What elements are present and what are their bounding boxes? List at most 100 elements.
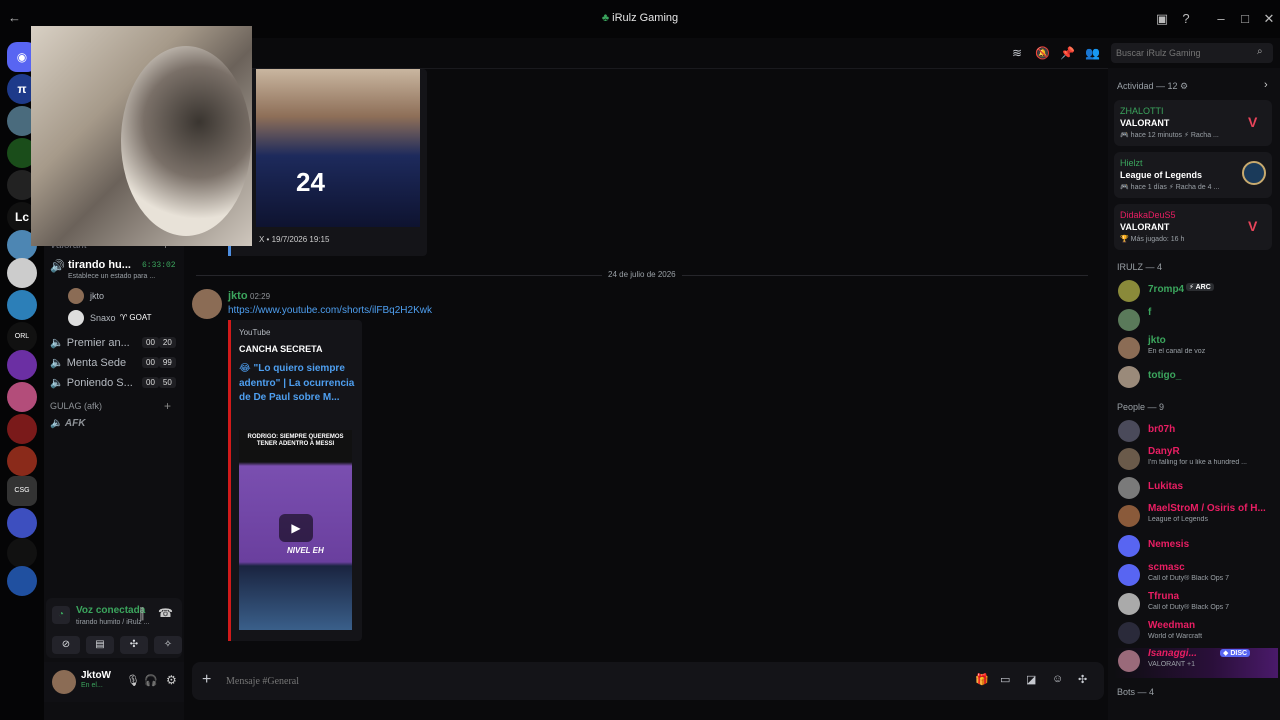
search-box[interactable]: ⌕: [1111, 43, 1273, 63]
message-link[interactable]: https://www.youtube.com/shorts/ilFBq2H2K…: [228, 305, 432, 316]
member-item[interactable]: scmasc Call of Duty® Black Ops 7: [1118, 562, 1278, 590]
avatar: [1118, 366, 1140, 388]
voice-channel-item[interactable]: 🔈 Poniendo S... 00 50: [50, 376, 178, 389]
voice-panel: ◔ Voz conectada tirando humito / iRulz .…: [46, 598, 182, 658]
activity-card[interactable]: ZHALOTTI VALORANT 🎮 hace 12 minutos ⚡ Ra…: [1114, 100, 1272, 146]
server-icon[interactable]: [7, 508, 37, 538]
member-item[interactable]: totigo_: [1118, 364, 1278, 392]
member-item[interactable]: 7romp4 ⚡ ARC: [1118, 278, 1278, 306]
speaker-icon: 🔊: [50, 259, 65, 273]
avatar: [1118, 477, 1140, 499]
activity-header[interactable]: Actividad — 12 ⚙: [1117, 81, 1188, 92]
microphone-icon[interactable]: 🎙: [126, 674, 140, 687]
settings-gear-icon[interactable]: ⚙: [166, 673, 177, 687]
avatar[interactable]: [192, 289, 222, 319]
message-composer: + 🎁 ▭ ◪ ☺ ✣: [192, 662, 1104, 700]
avatar: [1118, 309, 1140, 331]
play-icon[interactable]: ▶: [279, 514, 313, 542]
activities-button[interactable]: ✣: [120, 636, 148, 654]
member-item[interactable]: Weedman World of Warcraft: [1118, 620, 1278, 648]
screen-share-button[interactable]: ▤: [86, 636, 114, 654]
member-item[interactable]: Tfruna Call of Duty® Black Ops 7: [1118, 591, 1278, 619]
embed-title[interactable]: 😂 "Lo quiero siempre adentro" | La ocurr…: [239, 362, 357, 406]
speaker-icon: 🔈: [50, 337, 64, 349]
member-item[interactable]: br07h: [1118, 418, 1278, 446]
add-attachment-icon[interactable]: +: [202, 671, 211, 689]
clan-tag: ◆ DISC: [1220, 649, 1251, 657]
message-input[interactable]: [226, 671, 926, 691]
server-icon[interactable]: [7, 290, 37, 320]
soundboard-button[interactable]: ✧: [154, 636, 182, 654]
server-icon[interactable]: [7, 350, 37, 380]
video-thumbnail[interactable]: RODRIGO: SIEMPRE QUEREMOS TENER ADENTRO …: [239, 430, 352, 630]
message-author[interactable]: jkto: [228, 290, 248, 302]
picture-in-picture-video[interactable]: [31, 26, 252, 246]
activity-card[interactable]: DidakaDeuS5 VALORANT 🏆 Más jugado: 16 h …: [1114, 204, 1272, 250]
help-icon[interactable]: ?: [1177, 10, 1195, 28]
previous-embed: 24 X • 19/7/2026 19:15: [228, 69, 427, 256]
category-gulag[interactable]: GULAG (afk): [50, 401, 102, 411]
threads-icon[interactable]: ≋: [1010, 46, 1024, 60]
minimize-icon[interactable]: –: [1212, 10, 1230, 28]
activity-card[interactable]: Hielzt League of Legends 🎮 hace 1 días ⚡…: [1114, 152, 1272, 198]
server-icon[interactable]: [7, 414, 37, 444]
server-icon[interactable]: ORL: [7, 322, 37, 352]
member-item[interactable]: jkto En el canal de voz: [1118, 335, 1278, 363]
valorant-icon: V: [1248, 114, 1258, 130]
speaker-icon: 🔈: [50, 377, 64, 389]
afk-channel[interactable]: 🔈 AFK: [50, 418, 85, 429]
avatar: [1118, 564, 1140, 586]
disconnect-icon[interactable]: ☎: [158, 606, 173, 620]
voice-user[interactable]: jkto: [68, 288, 178, 306]
active-voice-channel[interactable]: 🔊 tirando hu... 6:33:02 Establece un est…: [50, 259, 180, 283]
close-icon[interactable]: ✕: [1260, 10, 1278, 28]
avatar: [68, 310, 84, 326]
gift-icon[interactable]: 🎁: [975, 673, 989, 686]
member-item[interactable]: MaelStroM / Osiris of H... League of Leg…: [1118, 503, 1278, 531]
goat-badge: ♈ GOAT: [120, 313, 152, 322]
signal-icon: ◔: [52, 606, 70, 624]
server-csgo-skins-icon[interactable]: CSG: [7, 476, 37, 506]
valorant-icon: V: [1248, 218, 1258, 234]
server-icon[interactable]: [7, 538, 37, 568]
search-input[interactable]: [1116, 46, 1251, 60]
server-icon[interactable]: [7, 258, 37, 288]
avatar: [1118, 448, 1140, 470]
server-icon[interactable]: [7, 446, 37, 476]
camera-off-button[interactable]: ⊘: [52, 636, 80, 654]
avatar: [1118, 505, 1140, 527]
soundwave-icon[interactable]: ║: [138, 608, 146, 620]
avatar: [1118, 280, 1140, 302]
voice-channel-item[interactable]: 🔈 Menta Sede 00 99: [50, 356, 178, 369]
emoji-icon[interactable]: ☺: [1052, 673, 1063, 685]
inbox-icon[interactable]: ▣: [1153, 10, 1171, 28]
role-header: People — 9: [1117, 402, 1165, 412]
role-header: IRULZ — 4: [1117, 262, 1163, 272]
chevron-right-icon[interactable]: ›: [1264, 79, 1268, 91]
voice-user[interactable]: Snaxo ♈ GOAT: [68, 310, 178, 328]
member-item[interactable]: f: [1118, 307, 1278, 335]
maximize-icon[interactable]: □: [1236, 10, 1254, 28]
pin-icon[interactable]: 📌: [1060, 46, 1075, 60]
add-channel-icon[interactable]: +: [164, 399, 171, 413]
avatar[interactable]: [52, 670, 76, 694]
server-icon[interactable]: [7, 566, 37, 596]
member-item[interactable]: Isanaggi... ◆ DISC VALORANT +1: [1114, 648, 1278, 678]
user-panel: JktoW En el... 🎙 🎧 ⚙: [44, 662, 184, 702]
gif-icon[interactable]: ▭: [1000, 673, 1010, 686]
member-item[interactable]: DanyR I'm falling for u like a hundred .…: [1118, 446, 1278, 474]
server-icon[interactable]: [7, 382, 37, 412]
sticker-icon[interactable]: ◪: [1026, 673, 1036, 686]
avatar: [1118, 650, 1140, 672]
voice-channel-item[interactable]: 🔈 Premier an... 00 20: [50, 336, 178, 349]
embed-author[interactable]: CANCHA SECRETA: [239, 344, 323, 354]
member-list-icon[interactable]: 👥: [1085, 46, 1100, 60]
member-item[interactable]: Lukitas: [1118, 475, 1278, 503]
speaker-icon: 🔈: [50, 357, 64, 369]
apps-icon[interactable]: ✣: [1078, 673, 1087, 686]
member-item[interactable]: Nemesis: [1118, 533, 1278, 561]
avatar: [1118, 337, 1140, 359]
mute-bell-icon[interactable]: 🔕: [1035, 46, 1050, 60]
headphones-icon[interactable]: 🎧: [144, 674, 158, 687]
embed-image[interactable]: 24: [256, 69, 420, 227]
